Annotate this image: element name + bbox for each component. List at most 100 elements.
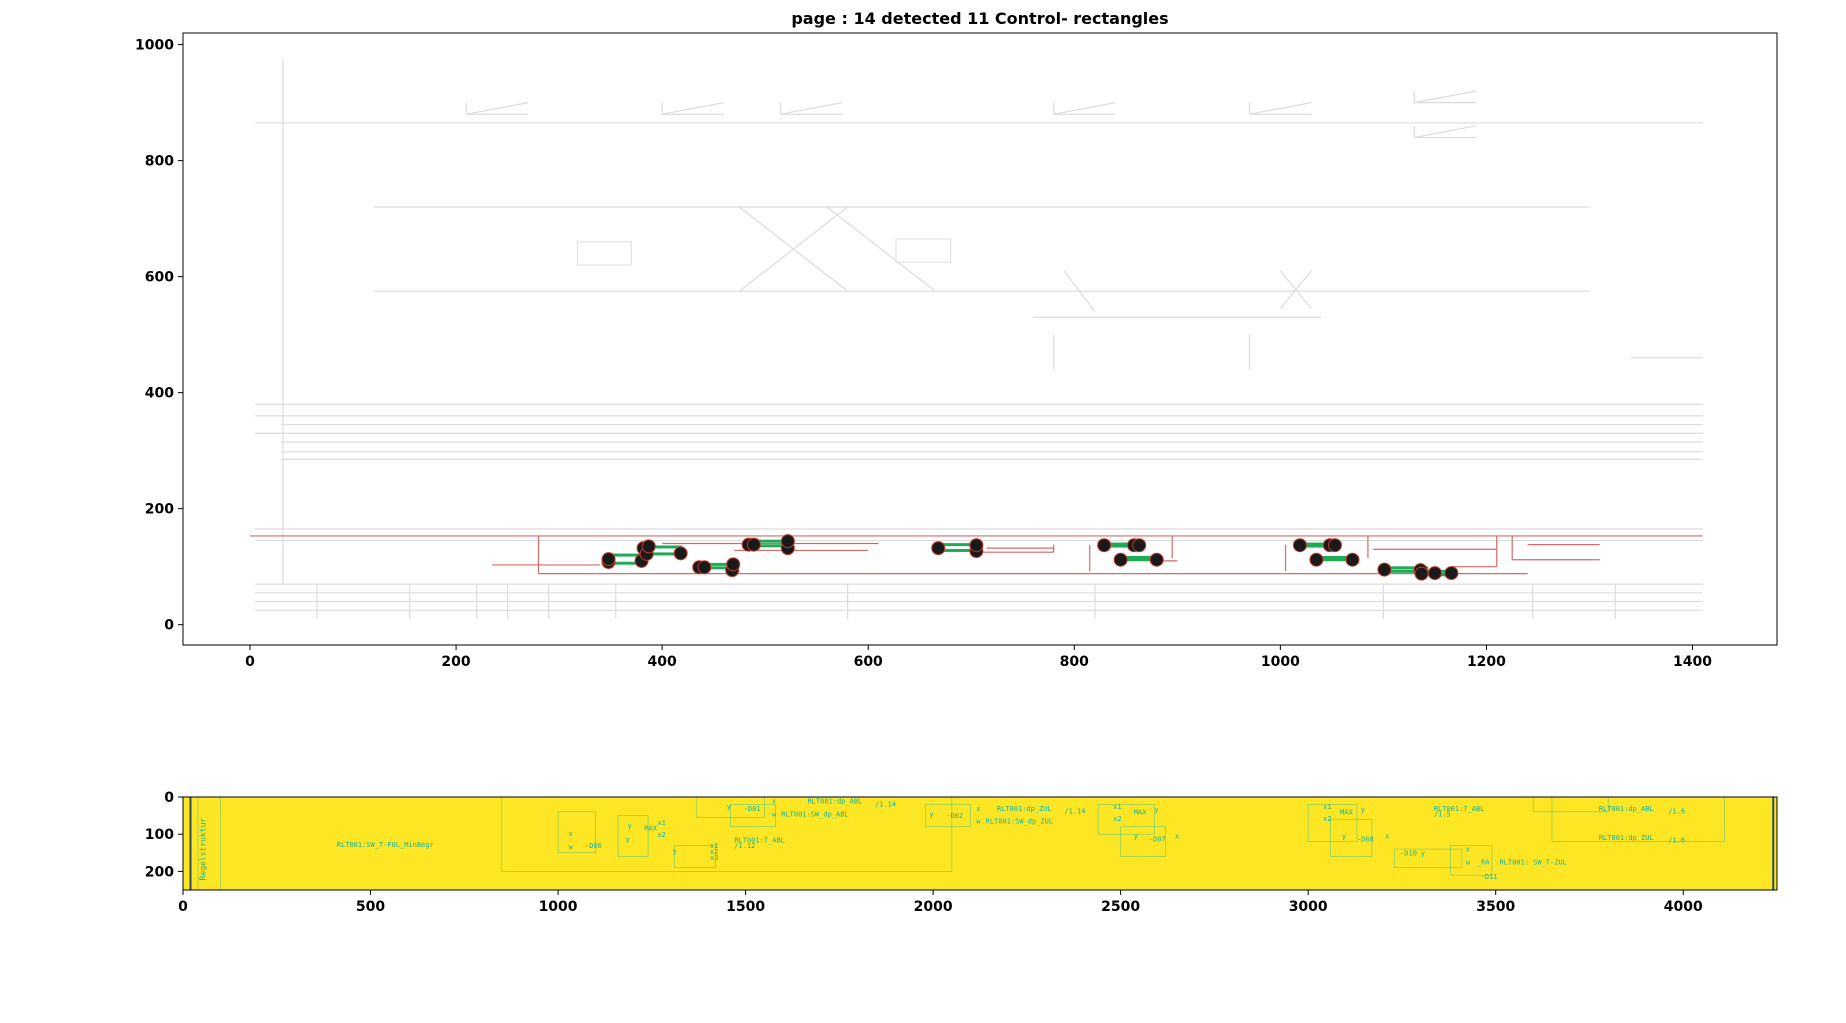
x-tick-label: 1200 [1467, 654, 1506, 670]
control-node [1113, 552, 1128, 567]
x-tick-label: 800 [1060, 654, 1089, 670]
image-label: /1.12 [734, 842, 755, 850]
image-label: RLT001:SW_T-FOL_MinBegr [337, 841, 434, 849]
x-tick-label: 0 [178, 899, 188, 915]
image-label: RLT001:SW_dp_ABL [781, 810, 848, 818]
x-tick-label: 600 [854, 654, 883, 670]
control-node [673, 546, 688, 561]
image-label: -D10 [1400, 849, 1417, 857]
top-plot-axes: 0 200 400 600 800 1000 1200 1400 0 200 400 600 800 1… [135, 32, 1778, 670]
bottom-image-axes: Regelstruktur RLT001:SW_T-FOL_MinBegrxw -D… [145, 790, 1778, 915]
image-label: RLT001:dp_ABL [1599, 805, 1654, 813]
image-label: y [1361, 806, 1365, 814]
image-label: RLT001:dp_ZUL [1599, 834, 1654, 842]
image-label: /1.6 [1668, 807, 1685, 815]
x-tick-label: 400 [648, 654, 677, 670]
x-tick-label: 1000 [1261, 654, 1300, 670]
control-node [726, 557, 741, 572]
top-y-axis: 0 200 400 600 800 1000 [135, 38, 183, 634]
control-node [969, 538, 984, 553]
image-label: RLT001:SW_dp_ZUL [986, 817, 1053, 825]
image-label: x3 [710, 854, 718, 862]
y-tick-label: 200 [145, 864, 174, 880]
control-node [1414, 566, 1429, 581]
image-label: y [1421, 849, 1425, 857]
x-tick-label: 1500 [726, 899, 765, 915]
image-label: y [1342, 833, 1346, 841]
image-label: x [569, 830, 573, 838]
control-node [1097, 538, 1112, 553]
image-label: -D08 [1357, 836, 1374, 844]
bottom-y-axis: 0 100 200 [145, 790, 183, 880]
image-label: x [1466, 846, 1470, 854]
control-node [746, 537, 761, 552]
image-label: y [672, 848, 676, 856]
control-node [780, 534, 795, 549]
image-label: y [627, 822, 631, 830]
control-node [641, 539, 656, 554]
control-node [1132, 538, 1147, 553]
image-label: x [976, 805, 980, 813]
control-node [601, 552, 616, 567]
x-tick-label: 1400 [1673, 654, 1712, 670]
image-label: y [626, 836, 630, 844]
control-node [1444, 566, 1459, 581]
control-node [1309, 552, 1324, 567]
image-label: -D02 [946, 812, 963, 820]
y-tick-label: 800 [145, 154, 174, 170]
x-tick-label: 2500 [1101, 899, 1140, 915]
control-node [1149, 552, 1164, 567]
image-label: y [929, 810, 933, 818]
image-label: /1.6 [1668, 836, 1685, 844]
x-tick-label: 200 [441, 654, 470, 670]
image-label: x [772, 798, 776, 806]
image-label: x [1175, 833, 1179, 841]
image-label: -D06 [585, 842, 602, 850]
y-tick-label: 100 [145, 827, 174, 843]
control-node [697, 560, 712, 575]
control-node [1327, 538, 1342, 553]
image-label: x2 [1323, 815, 1331, 823]
x-tick-label: 2000 [914, 899, 953, 915]
image-label: x2 [1113, 815, 1121, 823]
bottom-x-axis: 0 500 1000 1500 2000 2500 3000 3500 4000 [178, 890, 1703, 915]
control-node [1427, 566, 1442, 581]
y-tick-label: 0 [164, 790, 174, 806]
image-label: /1.14 [1064, 807, 1085, 815]
image-label: x1 [1323, 803, 1331, 811]
image-label: y [727, 803, 731, 811]
y-tick-label: 200 [145, 502, 174, 518]
image-label: x [1385, 833, 1389, 841]
figure: page : 14 detected 11 Control- rectangle… [135, 9, 1778, 915]
image-label: MAX [1340, 808, 1353, 816]
image-label: MAX [644, 824, 657, 832]
chart-title: page : 14 detected 11 Control- rectangle… [791, 9, 1168, 28]
control-node [931, 541, 946, 556]
image-label: RLT001:dp_ABL [807, 798, 862, 806]
image-label: -D01 [744, 805, 761, 813]
x-tick-label: 500 [356, 899, 385, 915]
image-label: x1 [657, 819, 665, 827]
image-label: x2 [657, 831, 665, 839]
y-tick-label: 400 [145, 386, 174, 402]
image-label: y [1134, 833, 1138, 841]
image-label: x1 [1113, 803, 1121, 811]
image-label: MAX [1134, 808, 1147, 816]
image-label: -D07 [1149, 836, 1166, 844]
y-tick-label: 0 [164, 618, 174, 634]
control-node [1377, 562, 1392, 577]
x-tick-label: 1000 [539, 899, 578, 915]
image-label: y [1154, 806, 1158, 814]
image-label: RLT001:dp_ZUL [997, 805, 1052, 813]
control-node [1292, 538, 1307, 553]
control-node [1345, 552, 1360, 567]
image-label: /1.5 [1434, 810, 1451, 818]
image-label: RLT001: SW_T-ZUL [1499, 859, 1566, 867]
x-tick-label: 3000 [1289, 899, 1328, 915]
x-tick-label: 3500 [1476, 899, 1515, 915]
image-label: /1.14 [875, 800, 896, 808]
y-tick-label: 1000 [135, 38, 174, 54]
image-label: -D11 [1481, 873, 1498, 881]
top-x-axis: 0 200 400 600 800 1000 1200 1400 [245, 645, 1712, 670]
x-tick-label: 4000 [1664, 899, 1703, 915]
